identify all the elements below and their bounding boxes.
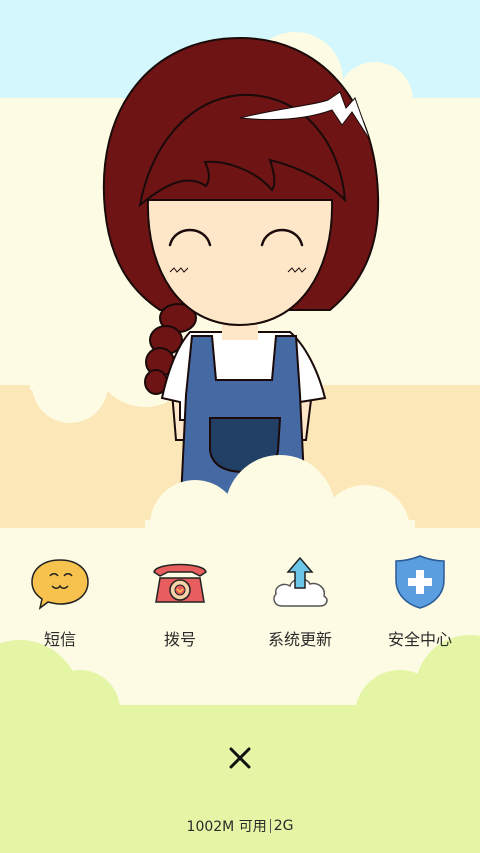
cloud-upload-icon <box>273 556 328 607</box>
sms-app-label: 短信 <box>43 630 76 649</box>
security-shield-icon <box>395 555 445 609</box>
sms-app[interactable]: 短信 <box>5 550 115 650</box>
phone-dial-icon <box>153 563 207 603</box>
app-shortcut-row: 短信 拨号 系统更新 安全中心 <box>0 550 480 660</box>
system-update-app-label: 系统更新 <box>267 630 332 649</box>
security-center-app[interactable]: 安全中心 <box>365 550 475 650</box>
status-bar: 1002M 可用 2G <box>0 816 480 836</box>
close-button[interactable] <box>220 738 260 778</box>
security-center-app-label: 安全中心 <box>387 630 452 649</box>
close-icon <box>229 747 251 769</box>
dialer-app[interactable]: 拨号 <box>125 550 235 650</box>
system-update-app[interactable]: 系统更新 <box>245 550 355 650</box>
sms-bubble-icon <box>31 559 89 610</box>
network-type-text: 2G <box>273 818 294 834</box>
dialer-app-label: 拨号 <box>163 630 196 649</box>
memory-available-text: 1002M 可用 <box>186 819 267 835</box>
status-divider <box>269 819 271 833</box>
background-scene <box>0 0 480 853</box>
